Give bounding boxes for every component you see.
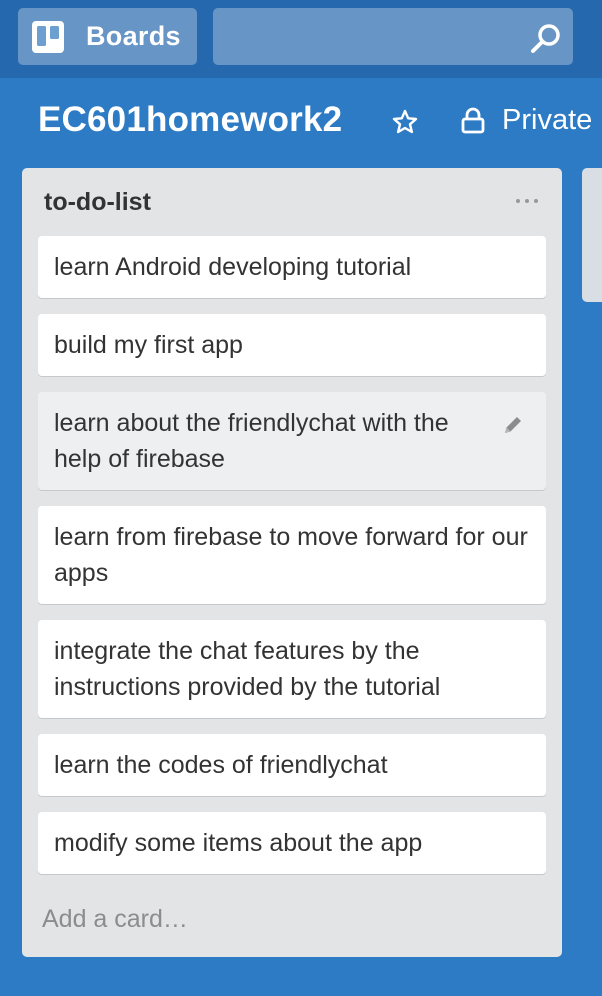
star-icon[interactable] bbox=[392, 109, 418, 135]
boards-icon bbox=[32, 20, 64, 53]
search-box[interactable] bbox=[213, 8, 573, 67]
card[interactable]: learn the codes of friendlychat bbox=[38, 734, 546, 796]
search-input[interactable] bbox=[213, 8, 529, 67]
card-text: integrate the chat features by the instr… bbox=[54, 637, 441, 701]
card-text: build my first app bbox=[54, 331, 243, 359]
card[interactable]: build my first app bbox=[38, 314, 546, 376]
boards-button[interactable]: Boards bbox=[18, 8, 197, 65]
card-text: learn about the friendlychat with the he… bbox=[54, 409, 449, 473]
list-title[interactable]: to-do-list bbox=[44, 188, 151, 217]
pencil-icon[interactable] bbox=[502, 414, 524, 436]
lock-icon bbox=[461, 107, 485, 133]
ellipsis-icon[interactable] bbox=[514, 186, 540, 216]
card[interactable]: modify some items about the app bbox=[38, 812, 546, 874]
top-header-bar: Boards bbox=[0, 0, 602, 78]
list-column: to-do-list learn Android developing tuto… bbox=[22, 168, 562, 957]
card[interactable]: integrate the chat features by the instr… bbox=[38, 620, 546, 718]
card[interactable]: learn Android developing tutorial bbox=[38, 236, 546, 298]
card[interactable]: learn about the friendlychat with the he… bbox=[38, 392, 546, 490]
visibility-label: Private bbox=[502, 104, 593, 136]
card[interactable]: learn from firebase to move forward for … bbox=[38, 506, 546, 604]
card-text: learn from firebase to move forward for … bbox=[54, 523, 528, 587]
board-title[interactable]: EC601homework2 bbox=[38, 100, 342, 140]
card-text: modify some items about the app bbox=[54, 829, 423, 857]
add-card-button[interactable]: Add a card… bbox=[42, 905, 188, 934]
next-list-column[interactable] bbox=[582, 168, 602, 302]
boards-label: Boards bbox=[86, 21, 181, 51]
search-icon[interactable] bbox=[529, 22, 563, 56]
card-text: learn Android developing tutorial bbox=[54, 253, 412, 281]
card-text: learn the codes of friendlychat bbox=[54, 751, 388, 779]
visibility-button[interactable]: Private bbox=[460, 104, 592, 137]
